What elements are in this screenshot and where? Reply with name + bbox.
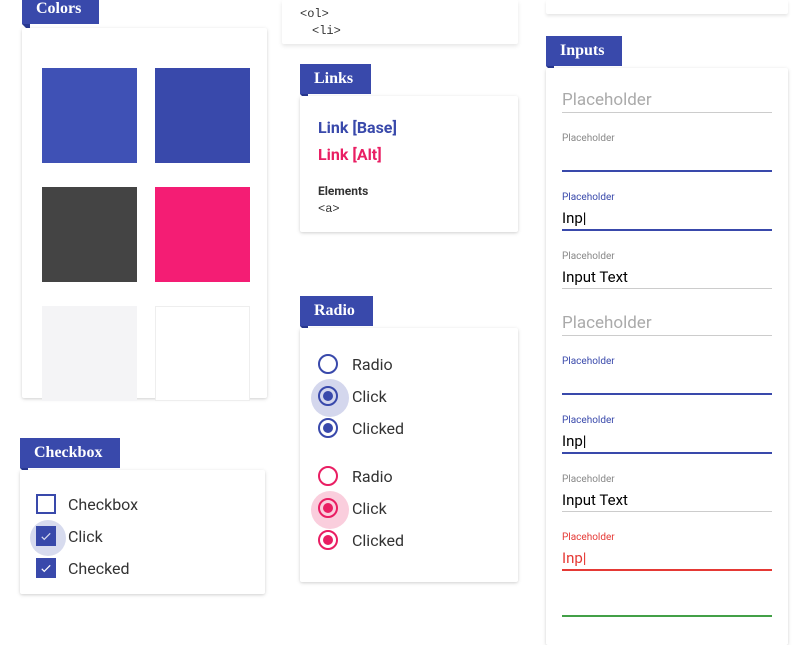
radio-label: Radio [352, 467, 393, 486]
checkbox-heading: Checkbox [20, 438, 120, 468]
input-label: Placeholder [562, 356, 772, 367]
inputs-card: Placeholder Placeholder Placeholder Inp … [546, 68, 788, 645]
input-field[interactable]: Placeholder [562, 309, 772, 336]
elements-label: Elements [318, 184, 500, 198]
code-line: <ol> [300, 6, 500, 23]
input-field[interactable]: Placeholder [562, 86, 772, 113]
link-alt[interactable]: Link [Alt] [318, 145, 500, 164]
checkbox-label: Checkbox [68, 495, 138, 514]
swatch-dark-gray [42, 187, 137, 282]
code-snippet-card: <ol> <li> [282, 0, 518, 44]
links-heading: Links [300, 64, 371, 94]
radio-card: Radio Click Clicked Radio Click Clicked [300, 328, 518, 582]
code-line: <li> [300, 23, 500, 40]
text-input[interactable]: Inp [562, 428, 772, 454]
text-input[interactable] [562, 369, 772, 395]
swatch-accent-pink [155, 187, 250, 282]
swatch-primary [42, 68, 137, 163]
checkbox-row[interactable]: Checked [36, 552, 249, 584]
inputs-heading: Inputs [546, 36, 622, 66]
swatch-white [155, 306, 250, 401]
text-input[interactable]: Placeholder [562, 86, 772, 113]
colors-card [22, 28, 267, 398]
text-input[interactable]: Placeholder [562, 309, 772, 336]
input-field[interactable]: Placeholder [562, 356, 772, 395]
radio-label: Click [352, 387, 387, 406]
link-base[interactable]: Link [Base] [318, 118, 500, 137]
radio-row[interactable]: Clicked [318, 412, 500, 444]
input-label: Placeholder [562, 192, 772, 203]
text-input[interactable]: Input Text [562, 264, 772, 289]
input-field[interactable]: Placeholder Input Text [562, 251, 772, 289]
radio-icon[interactable] [318, 498, 338, 518]
swatch-light-gray [42, 306, 137, 401]
input-field[interactable]: Placeholder Input Text [562, 474, 772, 512]
text-input[interactable]: Inp [562, 545, 772, 571]
radio-row[interactable]: Click [318, 380, 500, 412]
radio-label: Radio [352, 355, 393, 374]
checkbox-label: Checked [68, 559, 130, 578]
checkbox-row[interactable]: Checkbox [36, 488, 249, 520]
checkbox-icon[interactable] [36, 558, 56, 578]
radio-icon[interactable] [318, 386, 338, 406]
radio-icon[interactable] [318, 466, 338, 486]
radio-icon[interactable] [318, 354, 338, 374]
radio-row[interactable]: Click [318, 492, 500, 524]
input-label: Placeholder [562, 532, 772, 543]
input-label: Placeholder [562, 133, 772, 144]
text-input[interactable]: Input Text [562, 487, 772, 512]
radio-group-primary: Radio Click Clicked [318, 348, 500, 444]
radio-icon[interactable] [318, 530, 338, 550]
elements-code: <a> [318, 202, 500, 216]
input-field[interactable]: Placeholder Inp [562, 192, 772, 231]
radio-label: Clicked [352, 531, 404, 550]
swatch-primary-dark [155, 68, 250, 163]
checkbox-label: Click [68, 527, 103, 546]
radio-row[interactable]: Clicked [318, 524, 500, 556]
input-field[interactable]: Placeholder [562, 133, 772, 172]
input-field[interactable] [562, 591, 772, 617]
links-card: Link [Base] Link [Alt] Elements <a> [300, 96, 518, 232]
radio-row[interactable]: Radio [318, 460, 500, 492]
checkbox-icon[interactable] [36, 494, 56, 514]
input-label: Placeholder [562, 251, 772, 262]
checkbox-card: Checkbox Click Checked [20, 470, 265, 594]
checkbox-icon[interactable] [36, 526, 56, 546]
radio-row[interactable]: Radio [318, 348, 500, 380]
text-input[interactable] [562, 591, 772, 617]
radio-heading: Radio [300, 296, 373, 326]
card-stub [546, 0, 788, 14]
input-field[interactable]: Placeholder Inp [562, 415, 772, 454]
colors-heading: Colors [22, 0, 99, 24]
radio-label: Clicked [352, 419, 404, 438]
radio-icon[interactable] [318, 418, 338, 438]
radio-label: Click [352, 499, 387, 518]
input-field[interactable]: Placeholder Inp [562, 532, 772, 571]
input-label: Placeholder [562, 474, 772, 485]
checkbox-row[interactable]: Click [36, 520, 249, 552]
input-label: Placeholder [562, 415, 772, 426]
radio-group-alt: Radio Click Clicked [318, 460, 500, 556]
text-input[interactable]: Inp [562, 205, 772, 231]
text-input[interactable] [562, 146, 772, 172]
swatch-grid [42, 48, 247, 401]
